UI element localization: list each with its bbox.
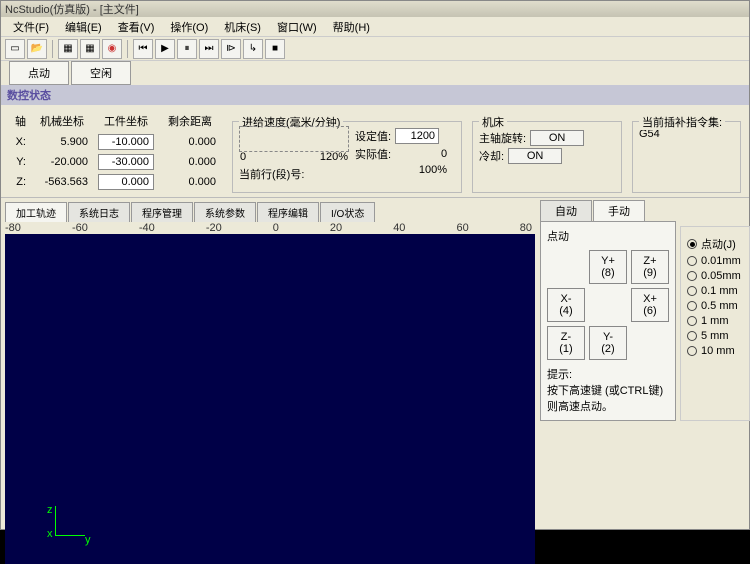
sub-tabs: 加工轨迹 系统日志 程序管理 系统参数 程序编辑 I/O状态 <box>1 198 536 222</box>
radio-step-05[interactable]: 0.5 mm <box>687 300 743 312</box>
tb-skip-back-icon[interactable]: ⏮ <box>133 39 153 59</box>
work-x-input[interactable]: -10.000 <box>98 134 154 150</box>
tab-program-mgr[interactable]: 程序管理 <box>131 202 193 222</box>
work-z-input[interactable]: 0.000 <box>98 174 154 190</box>
origin-marker: z y x <box>55 506 85 536</box>
trajectory-canvas[interactable]: z y x <box>5 234 535 564</box>
work-y-input[interactable]: -30.000 <box>98 154 154 170</box>
modal-group: 当前插补指令集: G54 <box>632 121 741 193</box>
mode-tab-idle[interactable]: 空闲 <box>71 61 131 85</box>
menu-bar: 文件(F) 编辑(E) 查看(V) 操作(O) 机床(S) 窗口(W) 帮助(H… <box>1 17 749 37</box>
tb-play-icon[interactable]: ▶ <box>155 39 175 59</box>
plot-area: 加工轨迹 系统日志 程序管理 系统参数 程序编辑 I/O状态 -80-60-40… <box>1 198 536 564</box>
hdr-remain: 剩余距离 <box>160 111 220 131</box>
tab-io-state[interactable]: I/O状态 <box>320 202 375 222</box>
jog-z-minus-button[interactable]: Z-(1) <box>547 326 585 360</box>
jog-z-plus-button[interactable]: Z+(9) <box>631 250 669 284</box>
menu-view[interactable]: 查看(V) <box>110 17 163 37</box>
ruler-top: -80-60-40-20020406080 <box>1 222 536 234</box>
jog-x-plus-button[interactable]: X+(6) <box>631 288 669 322</box>
tab-trajectory[interactable]: 加工轨迹 <box>5 202 67 222</box>
menu-help[interactable]: 帮助(H) <box>325 17 378 37</box>
tb-next-icon[interactable]: ⧐ <box>221 39 241 59</box>
jog-y-minus-button[interactable]: Y-(2) <box>589 326 627 360</box>
tb-separator <box>52 40 53 58</box>
coolant-toggle-button[interactable]: ON <box>508 148 562 164</box>
status-panel: 轴 机械坐标 工件坐标 剩余距离 X: 5.900 -10.000 0.000 … <box>1 105 749 198</box>
mode-bar: 点动 空闲 <box>1 61 749 85</box>
hdr-mech: 机械坐标 <box>32 111 92 131</box>
tab-sys-param[interactable]: 系统参数 <box>194 202 256 222</box>
radio-step-01[interactable]: 0.1 mm <box>687 285 743 297</box>
tb-separator <box>127 40 128 58</box>
tb-pause-icon[interactable]: ⏸ <box>177 39 197 59</box>
radio-step-005[interactable]: 0.05mm <box>687 270 743 282</box>
coord-row-y: Y: -20.000 -30.000 0.000 <box>11 153 220 171</box>
radio-step-10[interactable]: 10 mm <box>687 345 743 357</box>
feed-set-input[interactable]: 1200 <box>395 128 439 144</box>
radio-step-1[interactable]: 1 mm <box>687 315 743 327</box>
coord-row-x: X: 5.900 -10.000 0.000 <box>11 133 220 151</box>
right-tabs: 自动 手动 <box>540 200 750 222</box>
menu-machine[interactable]: 机床(S) <box>216 17 269 37</box>
right-column: 自动 手动 点动 Y+(8) Z+(9) X-(4) X+(6) Z-(1) Y… <box>536 198 750 564</box>
menu-window[interactable]: 窗口(W) <box>269 17 325 37</box>
feed-override-slider[interactable]: 0120% <box>239 126 349 152</box>
mode-tab-jog[interactable]: 点动 <box>9 61 69 85</box>
tab-syslog[interactable]: 系统日志 <box>68 202 130 222</box>
tb-grid2-icon[interactable]: ▦ <box>80 39 100 59</box>
jog-panel: 点动 Y+(8) Z+(9) X-(4) X+(6) Z-(1) Y-(2) 提… <box>540 221 676 421</box>
feed-group: 进给速度(毫米/分钟) 0120% 当前行(段)号: 设定值:1200 实际值:… <box>232 121 462 193</box>
menu-file[interactable]: 文件(F) <box>5 17 57 37</box>
jog-x-minus-button[interactable]: X-(4) <box>547 288 585 322</box>
tb-new-icon[interactable]: ▭ <box>5 39 25 59</box>
tab-program-edit[interactable]: 程序编辑 <box>257 202 319 222</box>
tab-auto[interactable]: 自动 <box>540 200 592 222</box>
title-bar: NcStudio(仿真版) - [主文件] <box>1 1 749 17</box>
tb-step-icon[interactable]: ↳ <box>243 39 263 59</box>
jog-y-plus-button[interactable]: Y+(8) <box>589 250 627 284</box>
toolbar: ▭ 📂 ▦ ▦ ◉ ⏮ ▶ ⏸ ⏭ ⧐ ↳ ■ <box>1 37 749 61</box>
hdr-work: 工件坐标 <box>94 111 158 131</box>
tb-color-icon[interactable]: ◉ <box>102 39 122 59</box>
menu-edit[interactable]: 编辑(E) <box>57 17 110 37</box>
machine-group: 机床 主轴旋转:ON 冷却:ON <box>472 121 622 193</box>
tb-open-icon[interactable]: 📂 <box>27 39 47 59</box>
tab-manual[interactable]: 手动 <box>593 200 645 222</box>
tb-grid1-icon[interactable]: ▦ <box>58 39 78 59</box>
menu-operate[interactable]: 操作(O) <box>162 17 216 37</box>
step-size-panel: 点动(J) 0.01mm 0.05mm 0.1 mm 0.5 mm 1 mm 5… <box>680 226 750 421</box>
nc-state-header: 数控状态 <box>1 85 749 105</box>
coord-table: 轴 机械坐标 工件坐标 剩余距离 X: 5.900 -10.000 0.000 … <box>9 109 222 193</box>
coord-row-z: Z: -563.563 0.000 0.000 <box>11 173 220 191</box>
tb-skip-fwd-icon[interactable]: ⏭ <box>199 39 219 59</box>
main-split: 加工轨迹 系统日志 程序管理 系统参数 程序编辑 I/O状态 -80-60-40… <box>1 198 749 564</box>
app-window: NcStudio(仿真版) - [主文件] 文件(F) 编辑(E) 查看(V) … <box>0 0 750 530</box>
app-title: NcStudio(仿真版) - [主文件] <box>5 1 139 17</box>
hdr-axis: 轴 <box>11 111 30 131</box>
radio-jog-continuous[interactable]: 点动(J) <box>687 236 743 252</box>
radio-step-5[interactable]: 5 mm <box>687 330 743 342</box>
spindle-toggle-button[interactable]: ON <box>530 130 584 146</box>
radio-step-001[interactable]: 0.01mm <box>687 255 743 267</box>
jog-hint: 提示: 按下高速键 (或CTRL键)则高速点动。 <box>547 366 669 414</box>
tb-stop-icon[interactable]: ■ <box>265 39 285 59</box>
